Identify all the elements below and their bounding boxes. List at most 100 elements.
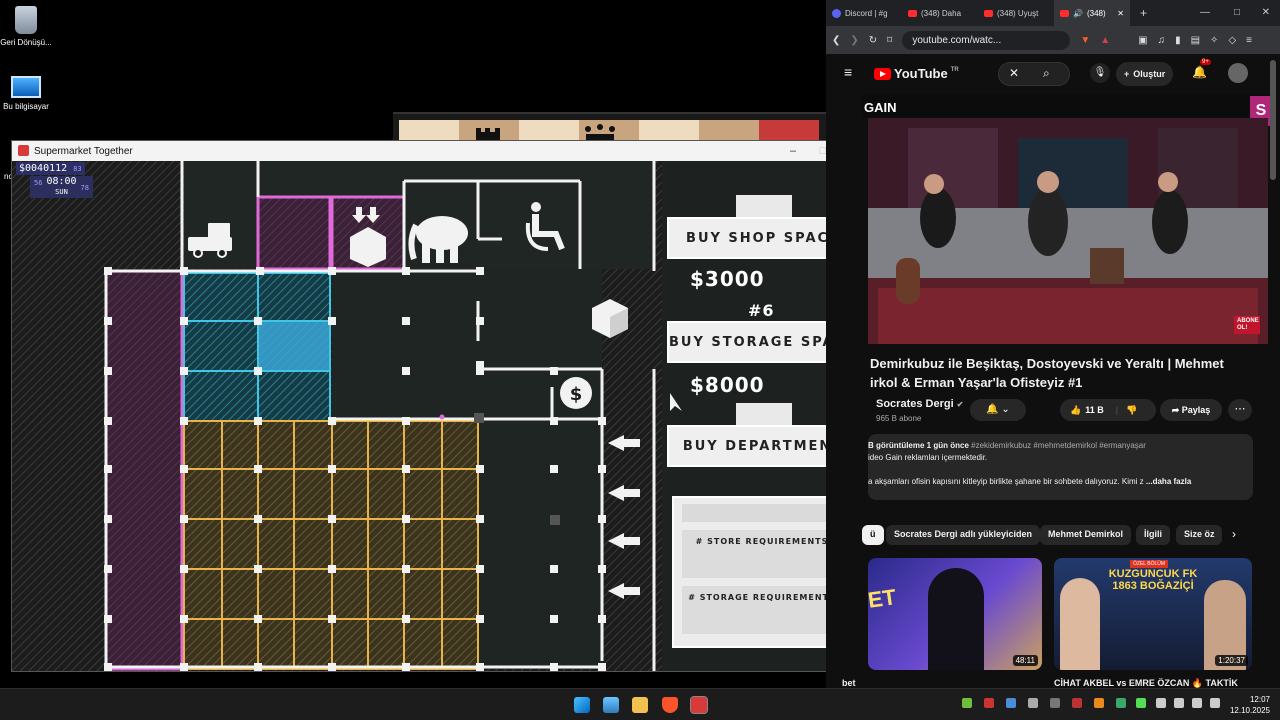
- recommended-video-1[interactable]: ET 48:11: [868, 558, 1042, 670]
- back-icon[interactable]: ❮: [832, 35, 840, 46]
- thumb-overlay-text: KUZGUNCUK FK 1863 BOĞAZİÇİ: [1108, 568, 1198, 592]
- game-window-titlebar[interactable]: Supermarket Together – □ ✕: [12, 141, 868, 161]
- steam-icon[interactable]: [1006, 698, 1016, 708]
- search-icon[interactable]: ⌕: [1043, 66, 1050, 81]
- desktop-icon-this-pc[interactable]: Bu bilgisayar: [0, 72, 56, 112]
- more-actions-button[interactable]: ⋯: [1228, 399, 1252, 421]
- speaker-icon: 🔊: [1073, 8, 1083, 18]
- video-duration: 48:11: [1012, 655, 1038, 666]
- vpn-icon[interactable]: ◇: [1228, 35, 1236, 46]
- video-description[interactable]: B görüntüleme 1 gün önce #zekidemirkubuz…: [868, 434, 1253, 500]
- widgets-icon[interactable]: [603, 697, 619, 713]
- dislike-icon[interactable]: 👎: [1126, 405, 1137, 416]
- chip-from-uploader[interactable]: Socrates Dergi adlı yükleyiciden: [886, 525, 1041, 545]
- game-window[interactable]: Supermarket Together – □ ✕: [11, 140, 869, 672]
- taskbar: 12:07 12.10.2025: [0, 688, 1280, 720]
- supermarket-together-icon[interactable]: [690, 696, 708, 714]
- money-counter: $0040112 83: [16, 162, 85, 175]
- volume-icon[interactable]: [1192, 698, 1202, 708]
- chips-next-icon[interactable]: ›: [1232, 527, 1236, 541]
- create-button[interactable]: + Oluştur: [1116, 62, 1174, 86]
- tray-security-icon[interactable]: [1072, 698, 1082, 708]
- menu-icon[interactable]: ≡: [1246, 35, 1252, 46]
- music-icon[interactable]: ♫: [1158, 35, 1166, 46]
- chip-for-you[interactable]: Size öz: [1176, 525, 1222, 545]
- recommended-title-1[interactable]: bet: [842, 678, 856, 688]
- tab-youtube-1[interactable]: (348) Daha: [902, 0, 978, 26]
- address-input[interactable]: youtube.com/watc...: [902, 30, 1071, 50]
- hashtags[interactable]: #zekidemirkubuz #mehmetdemirkol #ermanya…: [971, 441, 1146, 450]
- tray-sync-icon[interactable]: [1028, 698, 1038, 708]
- file-explorer-icon[interactable]: [632, 697, 648, 713]
- youtube-region: TR: [950, 66, 959, 73]
- share-button[interactable]: ➦ Paylaş: [1160, 399, 1222, 421]
- reload-icon[interactable]: ↻: [869, 35, 877, 46]
- tab-youtube-2[interactable]: (348) Uyuşt: [978, 0, 1054, 26]
- money-suffix: 83: [73, 165, 82, 173]
- svg-text:$: $: [570, 384, 583, 405]
- video-title: Demirkubuz ile Beşiktaş, Dostoyevski ve …: [870, 356, 1224, 390]
- nvidia-icon[interactable]: [1136, 698, 1146, 708]
- browser-minimize-button[interactable]: —: [1200, 0, 1210, 26]
- tray-orange-icon[interactable]: [1094, 698, 1104, 708]
- money-value: $0040112: [19, 163, 68, 174]
- taskbar-clock[interactable]: 12:07 12.10.2025: [1230, 694, 1270, 716]
- wallet-icon[interactable]: ▤: [1191, 35, 1200, 46]
- video-player[interactable]: ABONE OL!: [868, 118, 1268, 344]
- battery-icon[interactable]: [1210, 698, 1220, 708]
- chip-related[interactable]: İlgili: [1136, 525, 1170, 545]
- browser-maximize-button[interactable]: □: [1234, 0, 1240, 26]
- search-box[interactable]: ✕ ⌕: [998, 62, 1070, 86]
- avatar[interactable]: [1228, 63, 1248, 83]
- microphone-icon[interactable]: 🎙: [1090, 63, 1110, 83]
- brave-browser-icon[interactable]: [662, 697, 678, 713]
- clear-search-icon[interactable]: ✕: [1009, 66, 1019, 80]
- channel-name[interactable]: Socrates Dergi ✔: [876, 398, 963, 410]
- plus-icon: +: [1124, 69, 1130, 79]
- close-tab-icon[interactable]: ✕: [1117, 9, 1124, 18]
- bluetooth-icon[interactable]: [1156, 698, 1166, 708]
- leo-icon[interactable]: ✧: [1210, 35, 1218, 46]
- youtube-play-icon: [874, 67, 891, 80]
- tab-label: (348) Daha: [921, 8, 962, 18]
- brave-shield-icon[interactable]: ▼: [1080, 35, 1090, 46]
- rewards-icon[interactable]: ▲: [1100, 35, 1110, 46]
- youtube-icon: [908, 9, 917, 17]
- storage-requirements: # STORAGE REQUIREMENTS: [682, 586, 842, 634]
- new-tab-button[interactable]: +: [1140, 6, 1147, 20]
- show-more-link[interactable]: ...daha fazla: [1146, 477, 1191, 486]
- subscribe-badge: ABONE OL!: [1234, 316, 1260, 334]
- tab-search-icon[interactable]: ▣: [1138, 35, 1147, 46]
- page-scrollbar[interactable]: [1270, 60, 1276, 180]
- start-icon[interactable]: [574, 697, 590, 713]
- tab-discord[interactable]: Discord | #g: [826, 0, 902, 26]
- tab-youtube-active[interactable]: 🔊 (348) ✕: [1054, 0, 1130, 26]
- thumb-overlay-text: ET: [868, 584, 898, 613]
- shop-space-price: $3000: [690, 267, 765, 291]
- minimize-button[interactable]: –: [778, 141, 808, 161]
- tray-network-icon[interactable]: [1050, 698, 1060, 708]
- store-requirements: # STORE REQUIREMENTS: [682, 530, 842, 578]
- view-info: B görüntüleme 1 gün önce: [868, 441, 969, 450]
- youtube-logo[interactable]: YouTube TR: [874, 66, 959, 81]
- forward-icon[interactable]: ❯: [850, 35, 858, 46]
- tray-app-icon[interactable]: [984, 698, 994, 708]
- notifications-icon[interactable]: 🔔: [1192, 65, 1207, 79]
- sidebar-icon[interactable]: ▮: [1175, 35, 1181, 46]
- like-dislike-group[interactable]: 👍 11 B | 👎: [1060, 399, 1156, 421]
- clock-right-value: 78: [80, 184, 89, 192]
- game-viewport[interactable]: $ $0040112 83 56 08:00 SUN 78 BUY SHOP S…: [12, 161, 868, 671]
- notification-bell-button[interactable]: 🔔 ⌄: [970, 399, 1026, 421]
- browser-close-button[interactable]: ✕: [1262, 0, 1270, 26]
- desktop-icon-recycle-bin[interactable]: Geri Dönüşü...: [0, 6, 56, 48]
- hamburger-menu-icon[interactable]: ≡: [844, 64, 852, 80]
- like-icon[interactable]: 👍: [1070, 405, 1081, 416]
- recommended-video-2[interactable]: ÖZEL BÖLÜM KUZGUNCUK FK 1863 BOĞAZİÇİ 1:…: [1054, 558, 1252, 670]
- computer-icon: [11, 76, 41, 98]
- tray-chevron-icon[interactable]: [962, 698, 972, 708]
- bookmark-icon[interactable]: ⌑: [887, 35, 892, 46]
- wifi-icon[interactable]: [1174, 698, 1184, 708]
- chip-mehmet-demirkol[interactable]: Mehmet Demirkol: [1040, 525, 1132, 545]
- tray-green-icon[interactable]: [1116, 698, 1126, 708]
- chip-all[interactable]: ü: [862, 525, 884, 545]
